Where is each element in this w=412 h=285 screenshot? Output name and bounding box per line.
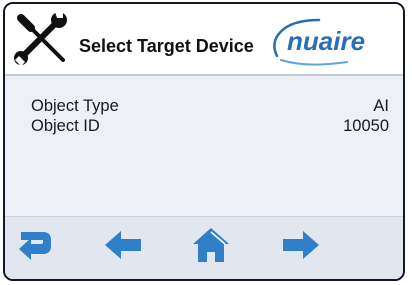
object-type-label: Object Type	[31, 97, 119, 115]
object-id-value: 10050	[343, 117, 389, 135]
logo-text: nuaire	[287, 26, 365, 56]
back-button[interactable]	[9, 223, 61, 267]
arrow-right-icon	[283, 231, 319, 259]
return-arrow-icon	[19, 232, 51, 260]
next-button[interactable]	[275, 223, 327, 267]
object-type-row: Object Type AI	[31, 97, 389, 117]
device-info-panel: Object Type AI Object ID 10050	[5, 76, 403, 216]
nuaire-logo: nuaire	[273, 18, 365, 66]
home-icon	[193, 228, 229, 262]
object-id-label: Object ID	[31, 117, 100, 135]
object-id-row: Object ID 10050	[31, 117, 389, 137]
page-title: Select Target Device	[79, 36, 254, 56]
device-screen: Select Target Device nuaire Object Type …	[3, 2, 405, 281]
home-button[interactable]	[185, 223, 237, 267]
arrow-left-icon	[105, 231, 141, 259]
header-bar: Select Target Device nuaire	[5, 4, 403, 74]
wrench-screwdriver-icon	[14, 12, 67, 66]
previous-button[interactable]	[97, 223, 149, 267]
object-type-value: AI	[373, 97, 389, 115]
navigation-bar	[5, 216, 403, 279]
